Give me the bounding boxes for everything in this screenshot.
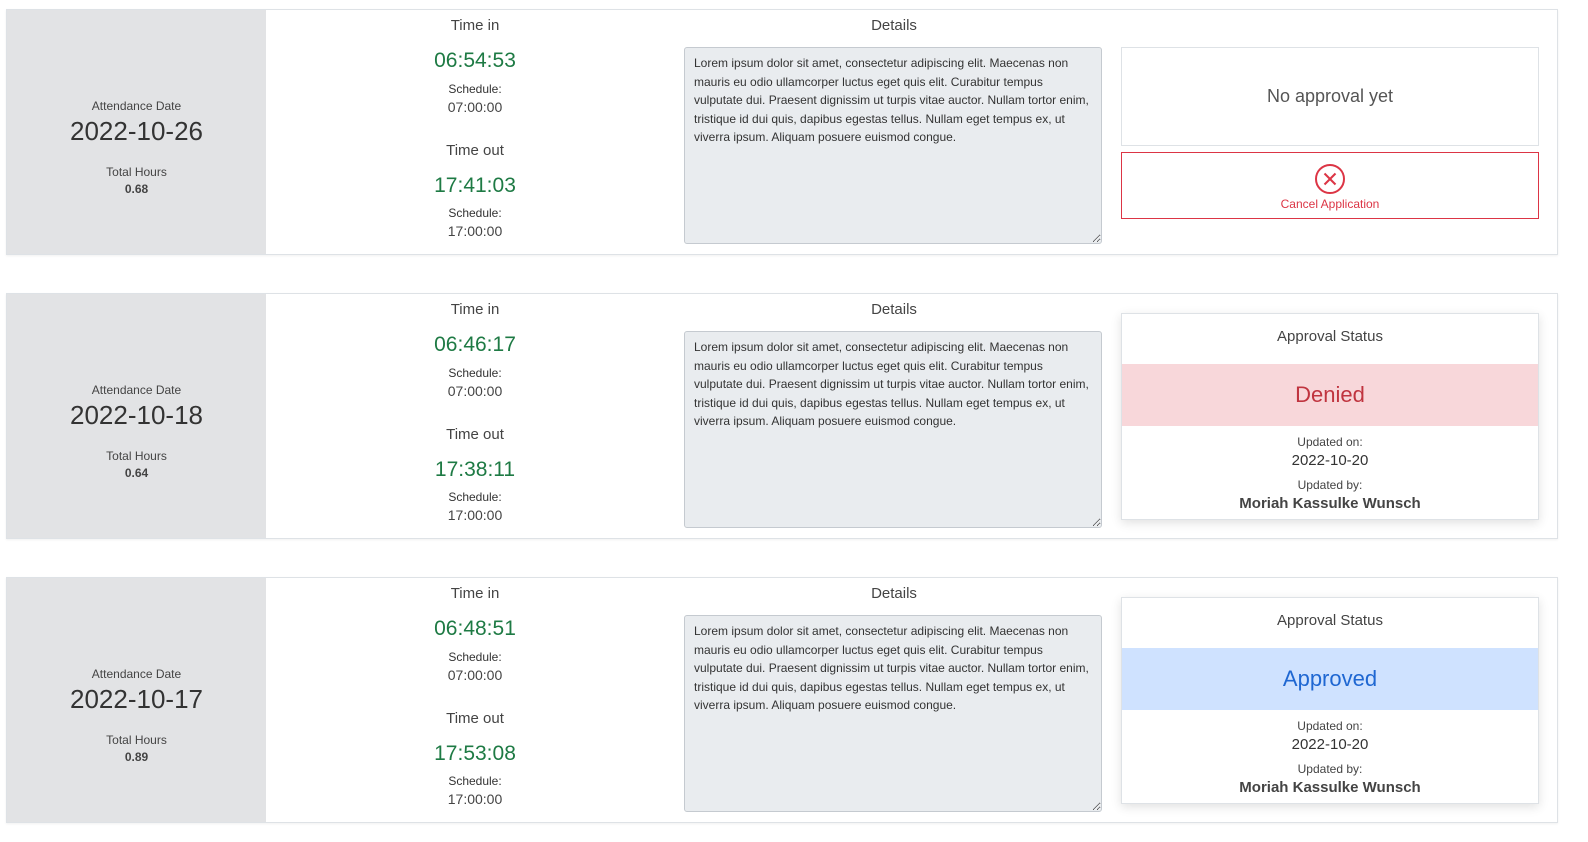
details-label: Details	[871, 585, 917, 602]
attendance-date-label: Attendance Date	[91, 383, 182, 397]
attendance-date-value: 2022-10-17	[70, 684, 203, 714]
attendance-date-label: Attendance Date	[91, 667, 182, 681]
total-hours-value: 0.89	[124, 750, 149, 764]
schedule-in-value: 07:00:00	[447, 667, 503, 683]
status-band: Approved	[1122, 648, 1538, 710]
cancel-application-label: Cancel Application	[1280, 197, 1380, 211]
schedule-in-value: 07:00:00	[447, 99, 503, 115]
time-in-value: 06:54:53	[434, 49, 516, 72]
attendance-date-value: 2022-10-26	[70, 116, 203, 146]
time-in-value: 06:46:17	[434, 333, 516, 356]
updated-on-value: 2022-10-20	[1291, 736, 1369, 753]
schedule-out-label: Schedule:	[448, 490, 502, 504]
time-column: Time in 06:54:53 Schedule: 07:00:00 Time…	[266, 10, 684, 254]
updated-by-value: Moriah Kassulke Wunsch	[1239, 495, 1421, 512]
updated-by-label: Updated by:	[1297, 762, 1363, 776]
approval-status-header: Approval Status	[1277, 612, 1383, 629]
approval-status-card: Approval Status Approved Updated on: 202…	[1121, 597, 1539, 804]
schedule-out-value: 17:00:00	[447, 791, 503, 807]
updated-on-value: 2022-10-20	[1291, 452, 1369, 469]
attendance-card: Attendance Date 2022-10-18 Total Hours 0…	[6, 293, 1558, 539]
schedule-in-label: Schedule:	[448, 366, 502, 380]
schedule-out-label: Schedule:	[448, 774, 502, 788]
time-in-label: Time in	[450, 585, 500, 602]
details-column: Details Lorem ipsum dolor sit amet, cons…	[684, 294, 1104, 538]
schedule-in-value: 07:00:00	[447, 383, 503, 399]
updated-by-label: Updated by:	[1297, 478, 1363, 492]
time-in-label: Time in	[450, 301, 500, 318]
time-column: Time in 06:48:51 Schedule: 07:00:00 Time…	[266, 578, 684, 822]
attendance-date-panel: Attendance Date 2022-10-18 Total Hours 0…	[7, 294, 266, 538]
schedule-in-label: Schedule:	[448, 650, 502, 664]
cancel-application-button[interactable]: Cancel Application	[1121, 152, 1539, 219]
total-hours-label: Total Hours	[106, 733, 167, 747]
time-out-label: Time out	[446, 710, 504, 727]
time-in-label: Time in	[450, 17, 500, 34]
schedule-in-label: Schedule:	[448, 82, 502, 96]
time-out-label: Time out	[446, 426, 504, 443]
schedule-out-value: 17:00:00	[447, 507, 503, 523]
x-circle-icon	[1315, 164, 1345, 194]
total-hours-label: Total Hours	[106, 449, 167, 463]
schedule-out-value: 17:00:00	[447, 223, 503, 239]
approval-status-header: Approval Status	[1277, 328, 1383, 345]
time-column: Time in 06:46:17 Schedule: 07:00:00 Time…	[266, 294, 684, 538]
attendance-date-value: 2022-10-18	[70, 400, 203, 430]
total-hours-label: Total Hours	[106, 165, 167, 179]
details-column: Details Lorem ipsum dolor sit amet, cons…	[684, 10, 1104, 254]
time-out-value: 17:41:03	[434, 174, 516, 197]
status-text: Approved	[1282, 666, 1378, 691]
details-column: Details Lorem ipsum dolor sit amet, cons…	[684, 578, 1104, 822]
details-textarea[interactable]: Lorem ipsum dolor sit amet, consectetur …	[684, 615, 1102, 812]
time-in-value: 06:48:51	[434, 617, 516, 640]
no-approval-text: No approval yet	[1266, 86, 1394, 106]
schedule-out-label: Schedule:	[448, 206, 502, 220]
details-textarea[interactable]: Lorem ipsum dolor sit amet, consectetur …	[684, 47, 1102, 244]
attendance-card: Attendance Date 2022-10-17 Total Hours 0…	[6, 577, 1558, 823]
details-label: Details	[871, 17, 917, 34]
attendance-date-panel: Attendance Date 2022-10-17 Total Hours 0…	[7, 578, 266, 822]
details-label: Details	[871, 301, 917, 318]
updated-on-label: Updated on:	[1297, 719, 1363, 733]
updated-by-value: Moriah Kassulke Wunsch	[1239, 779, 1421, 796]
attendance-card: Attendance Date 2022-10-26 Total Hours 0…	[6, 9, 1558, 255]
details-textarea[interactable]: Lorem ipsum dolor sit amet, consectetur …	[684, 331, 1102, 528]
time-out-label: Time out	[446, 142, 504, 159]
status-band: Denied	[1122, 364, 1538, 426]
approval-status-box: No approval yet	[1121, 47, 1539, 146]
attendance-date-label: Attendance Date	[91, 99, 182, 113]
time-out-value: 17:53:08	[434, 742, 516, 765]
updated-on-label: Updated on:	[1297, 435, 1363, 449]
total-hours-value: 0.68	[124, 182, 149, 196]
status-text: Denied	[1295, 382, 1365, 407]
total-hours-value: 0.64	[124, 466, 149, 480]
approval-status-card: Approval Status Denied Updated on: 2022-…	[1121, 313, 1539, 520]
attendance-date-panel: Attendance Date 2022-10-26 Total Hours 0…	[7, 10, 266, 254]
time-out-value: 17:38:11	[434, 458, 516, 481]
